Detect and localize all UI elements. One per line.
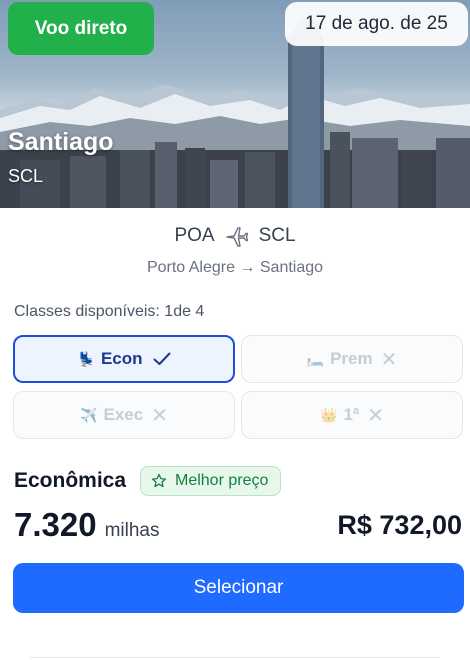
- class-option-label: Prem: [330, 349, 373, 368]
- direct-flight-badge: Voo direto: [8, 2, 154, 55]
- flight-date: 17 de ago. de 25: [285, 2, 468, 46]
- route-codes: POA SCL: [0, 224, 470, 248]
- class-option-label: 1ª: [343, 405, 360, 424]
- star-icon: [151, 473, 167, 488]
- seat-icon: 💺: [77, 350, 95, 367]
- miles-value: 7.320: [14, 506, 97, 543]
- airplane-icon: [225, 227, 248, 247]
- best-price-label: Melhor preço: [175, 472, 269, 489]
- miles-unit: milhas: [104, 520, 160, 541]
- class-option-label: Econ: [100, 349, 143, 368]
- class-option-first[interactable]: 👑 1ª ✕: [241, 391, 463, 439]
- unavailable-x-icon: ✕: [367, 404, 384, 427]
- crown-icon: 👑: [320, 406, 338, 423]
- fare-price: R$ 732,00: [337, 510, 462, 540]
- destination-hero: Voo direto 17 de ago. de 25 Santiago SCL: [0, 0, 470, 208]
- unavailable-x-icon: ✕: [380, 348, 398, 371]
- route-summary: Porto Alegre → Santiago: [146, 259, 324, 276]
- select-button[interactable]: Selecionar: [13, 563, 464, 613]
- miles-amount: 7.320 milhas: [14, 506, 160, 544]
- class-option-premium[interactable]: 🛏️ Prem ✕: [241, 335, 463, 383]
- checkmark-icon: [153, 352, 170, 365]
- divider: [30, 657, 440, 658]
- bed-icon: 🛏️: [306, 350, 325, 367]
- best-price-badge: Melhor preço: [140, 466, 282, 496]
- class-option-economy[interactable]: 💺 Econ: [13, 335, 235, 383]
- unavailable-x-icon: ✕: [151, 404, 168, 427]
- class-option-executive[interactable]: ✈️ Exec ✕: [13, 391, 235, 439]
- classes-available-label: Classes disponíveis: 1de 4: [14, 303, 205, 320]
- origin-code: POA: [174, 225, 215, 246]
- destination-route-code: SCL: [258, 225, 296, 246]
- airplane-emoji-icon: ✈️: [80, 406, 98, 423]
- destination-code: SCL: [8, 166, 44, 186]
- fare-class-title: Econômica: [14, 469, 127, 492]
- class-option-label: Exec: [103, 405, 144, 424]
- destination-city: Santiago: [8, 128, 114, 156]
